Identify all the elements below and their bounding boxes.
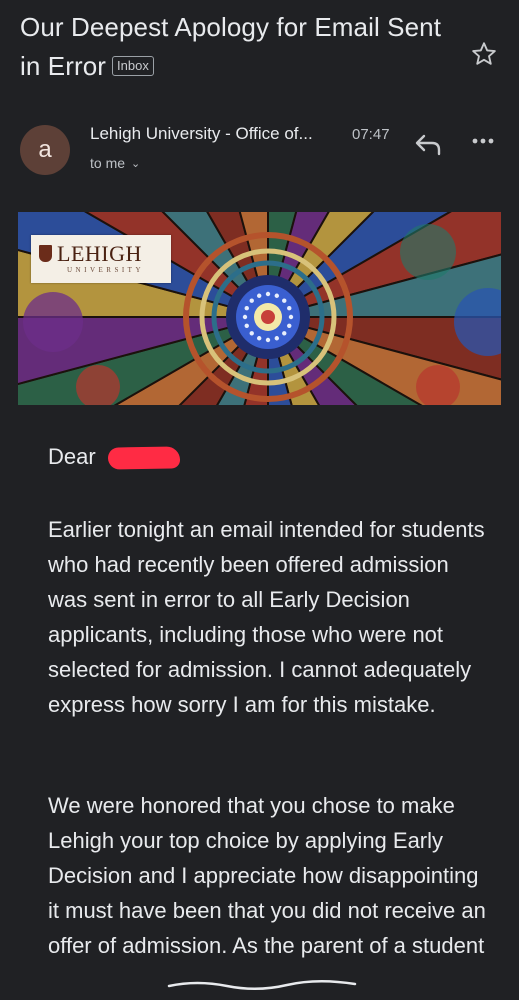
subject-header: Our Deepest Apology for Email Sent in Er… bbox=[20, 8, 460, 86]
email-time: 07:47 bbox=[352, 126, 390, 143]
sender-avatar[interactable]: a bbox=[20, 125, 70, 175]
shield-icon bbox=[39, 245, 52, 262]
email-subject: Our Deepest Apology for Email Sent in Er… bbox=[20, 12, 442, 81]
more-vert-icon[interactable] bbox=[470, 131, 496, 151]
email-banner-image: LEHIGH UNIVERSITY bbox=[18, 212, 501, 405]
inbox-label-chip[interactable]: Inbox bbox=[112, 56, 154, 76]
lehigh-logo: LEHIGH UNIVERSITY bbox=[31, 235, 171, 283]
recipient-toggle[interactable]: to me ⌄ bbox=[90, 155, 140, 171]
sender-name[interactable]: Lehigh University - Office of... bbox=[90, 124, 313, 144]
scribble-mark bbox=[167, 979, 357, 990]
body-paragraph: Earlier tonight an email intended for st… bbox=[48, 517, 485, 717]
email-view: Our Deepest Apology for Email Sent in Er… bbox=[0, 0, 519, 1000]
body-paragraph: We were honored that you chose to make L… bbox=[48, 793, 486, 958]
logo-subtext: UNIVERSITY bbox=[67, 266, 144, 274]
recipient-label: to me bbox=[90, 155, 126, 171]
logo-wordmark: LEHIGH bbox=[57, 241, 142, 266]
chevron-down-icon: ⌄ bbox=[131, 158, 141, 170]
greeting: Dear bbox=[48, 444, 96, 469]
redaction-mark bbox=[107, 446, 181, 470]
star-icon[interactable] bbox=[470, 40, 498, 68]
reply-icon[interactable] bbox=[412, 130, 444, 158]
